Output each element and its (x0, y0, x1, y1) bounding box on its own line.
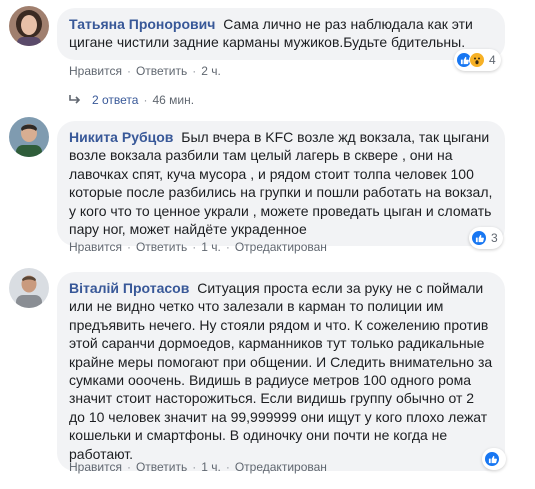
separator: · (126, 460, 131, 474)
avatar[interactable] (9, 6, 49, 46)
comment-bubble: Татьяна Пронорович Сама лично не раз наб… (57, 8, 505, 60)
like-button[interactable]: Нравится (69, 460, 122, 474)
wow-icon (469, 52, 485, 68)
edited-label[interactable]: Отредактирован (235, 240, 327, 254)
like-button[interactable]: Нравится (69, 240, 122, 254)
like-icon (484, 451, 500, 467)
comment-bubble: Віталій Протасов Ситуация проста если за… (57, 272, 505, 472)
comment-actions: Нравится · Ответить · 1 ч. · Отредактирован (69, 460, 327, 474)
comment-text: Ситуация проста если за руку не с поймал… (69, 280, 493, 462)
like-button[interactable]: Нравится (69, 64, 122, 78)
timestamp[interactable]: 1 ч. (201, 460, 221, 474)
comment-author[interactable]: Татьяна Пронорович (69, 16, 215, 32)
replies-count[interactable]: 2 ответа (92, 93, 138, 107)
reaction-summary[interactable]: 4 (454, 49, 501, 71)
comment-actions: Нравится · Ответить · 2 ч. (69, 64, 221, 78)
reply-button[interactable]: Ответить (136, 240, 187, 254)
reply-button[interactable]: Ответить (136, 460, 187, 474)
timestamp[interactable]: 2 ч. (201, 64, 221, 78)
separator: · (143, 93, 148, 107)
separator: · (192, 460, 197, 474)
separator: · (225, 460, 230, 474)
comment-text: Был вчера в KFC возле жд вокзала, так цы… (69, 129, 493, 238)
comment-actions: Нравится · Ответить · 1 ч. · Отредактирован (69, 240, 327, 254)
comment-bubble: Никита Рубцов Был вчера в KFC возле жд в… (57, 121, 505, 247)
edited-label[interactable]: Отредактирован (235, 460, 327, 474)
reaction-summary[interactable] (482, 448, 506, 470)
replies-time: 46 мин. (152, 93, 195, 107)
like-icon (471, 230, 487, 246)
separator: · (192, 240, 197, 254)
timestamp[interactable]: 1 ч. (201, 240, 221, 254)
separator: · (126, 240, 131, 254)
avatar[interactable] (9, 117, 49, 157)
reaction-count: 3 (491, 231, 498, 245)
separator: · (192, 64, 197, 78)
view-replies-link[interactable]: 2 ответа · 46 мин. (68, 93, 194, 107)
comment-author[interactable]: Никита Рубцов (69, 129, 173, 145)
reaction-count: 4 (489, 53, 496, 67)
avatar[interactable] (9, 268, 49, 308)
reaction-summary[interactable]: 3 (469, 227, 503, 249)
separator: · (126, 64, 131, 78)
reply-arrow-icon (68, 94, 82, 106)
reply-button[interactable]: Ответить (136, 64, 187, 78)
separator: · (225, 240, 230, 254)
comment-author[interactable]: Віталій Протасов (69, 280, 189, 296)
